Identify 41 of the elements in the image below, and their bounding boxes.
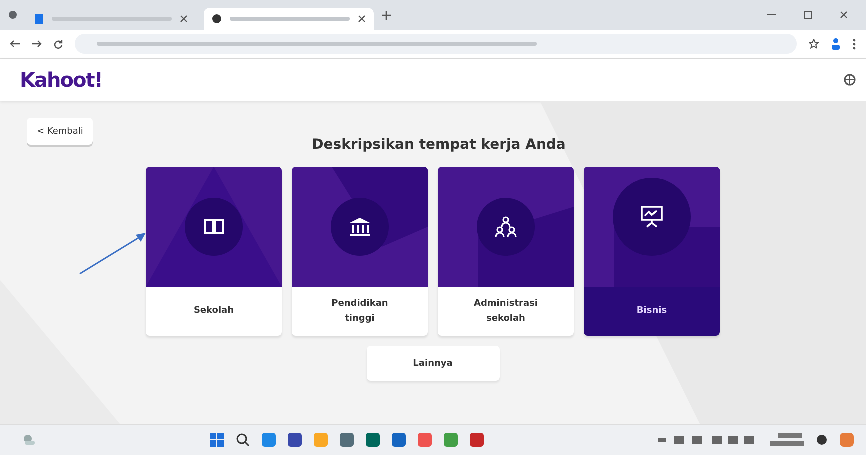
new-tab-icon[interactable] xyxy=(382,10,391,20)
other-button[interactable]: Lainnya xyxy=(366,346,500,381)
document-icon xyxy=(34,13,44,25)
workplace-card[interactable]: Sekolah xyxy=(146,167,282,336)
windows-logo-icon[interactable] xyxy=(210,433,224,447)
building-icon xyxy=(349,217,371,237)
book-icon xyxy=(203,218,225,236)
app-icon[interactable] xyxy=(288,433,302,447)
card-label: Bisnis xyxy=(636,305,668,318)
globe-icon[interactable] xyxy=(844,74,856,86)
app-icon[interactable] xyxy=(444,433,458,447)
card-label: Pendidikan tinggi xyxy=(330,298,390,326)
back-arrow-icon[interactable] xyxy=(10,40,20,48)
reload-icon[interactable] xyxy=(54,40,63,48)
people-icon xyxy=(495,216,517,238)
card-label: Administrasi sekolah xyxy=(473,298,539,326)
close-icon[interactable] xyxy=(358,15,366,23)
app-icon[interactable] xyxy=(366,433,380,447)
app-icon[interactable] xyxy=(392,433,406,447)
circle-icon xyxy=(212,14,222,24)
close-icon[interactable] xyxy=(180,15,188,23)
forward-arrow-icon[interactable] xyxy=(32,40,42,48)
app-icon[interactable] xyxy=(418,433,432,447)
kahoot-logo[interactable]: Kahoot! xyxy=(20,68,102,92)
profile-icon[interactable] xyxy=(831,38,841,50)
search-icon[interactable] xyxy=(236,433,250,447)
workplace-card[interactable]: Administrasi sekolah xyxy=(438,167,574,336)
card-label: Sekolah xyxy=(194,305,234,318)
workplace-card[interactable]: Bisnis xyxy=(584,167,720,336)
star-icon[interactable] xyxy=(809,39,819,49)
more-icon[interactable] xyxy=(853,38,856,50)
app-icon[interactable] xyxy=(262,433,276,447)
clock-drawing[interactable] xyxy=(770,432,804,448)
page-heading: Deskripsikan tempat kerja Anda xyxy=(311,137,566,153)
app-icon[interactable] xyxy=(470,433,484,447)
browser-tab[interactable] xyxy=(204,8,374,30)
pointer-arrow xyxy=(78,231,148,276)
presentation-board-icon xyxy=(640,205,664,229)
back-button[interactable]: < Kembali xyxy=(27,118,94,145)
workplace-card[interactable]: Pendidikan tinggi xyxy=(292,167,428,336)
app-icon[interactable] xyxy=(340,433,354,447)
